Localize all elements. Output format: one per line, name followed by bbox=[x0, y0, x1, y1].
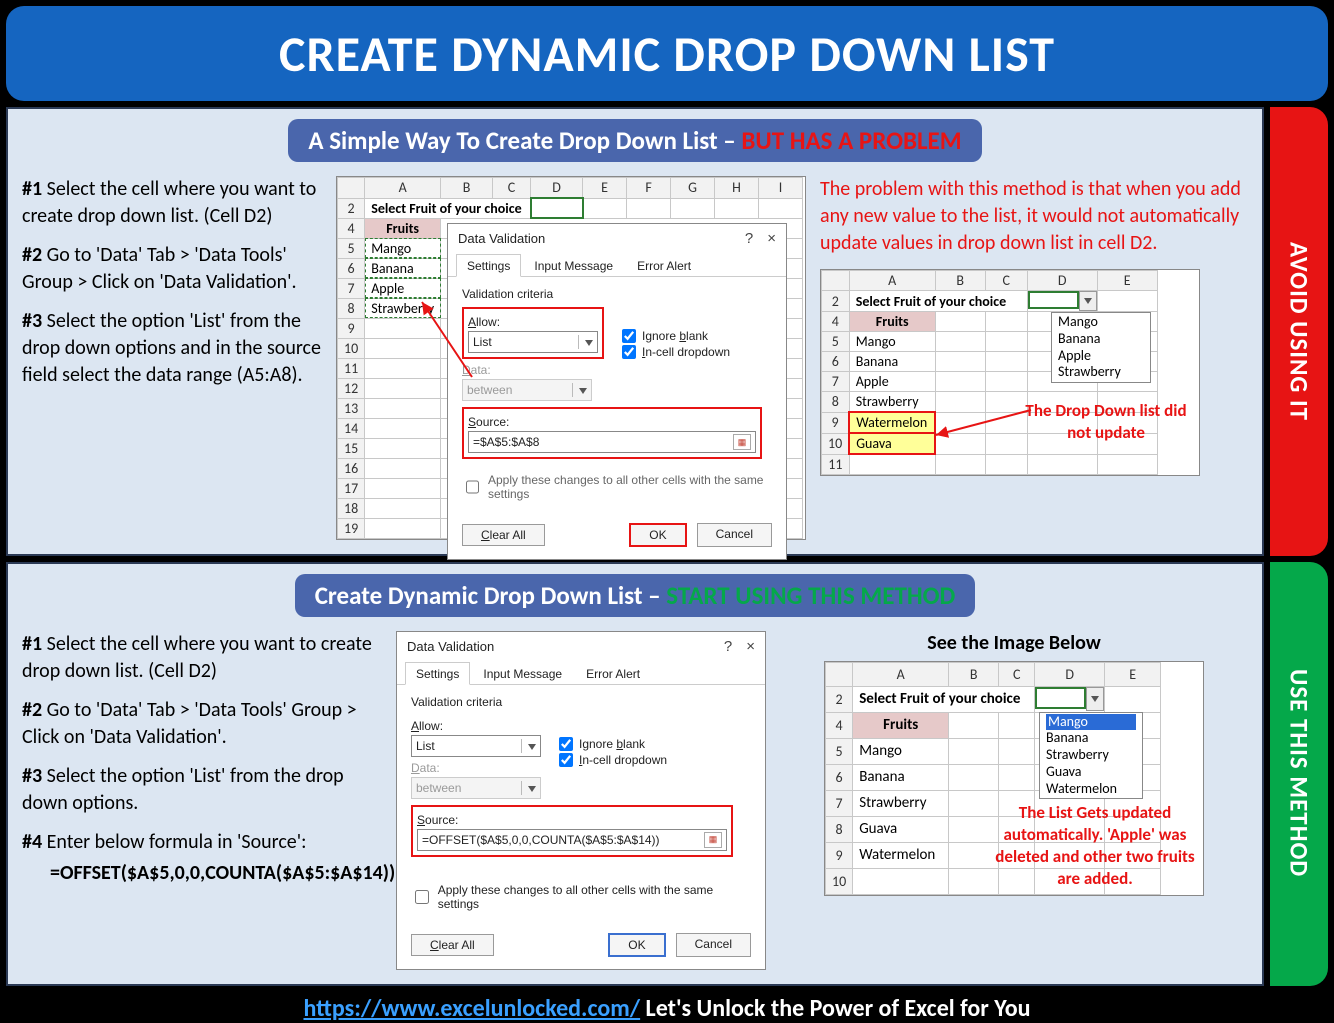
help-icon[interactable]: ? bbox=[745, 230, 753, 247]
source-input[interactable]: =$A$5:$A$8 ▦ bbox=[468, 431, 756, 453]
range-picker-icon[interactable]: ▦ bbox=[733, 434, 751, 450]
excel-grid-problem: A B C D E 2Select Fruit of your choice 4… bbox=[820, 269, 1200, 476]
chevron-down-icon bbox=[579, 388, 587, 394]
clear-all-button[interactable]: Clear All bbox=[462, 524, 545, 546]
dropdown-cell[interactable] bbox=[1035, 687, 1086, 709]
section2-caption: See the Image Below bbox=[780, 631, 1248, 655]
selected-cell-d2[interactable] bbox=[531, 198, 583, 218]
section2-steps: #1 Select the cell where you want to cre… bbox=[22, 631, 382, 887]
step-text: Go to 'Data' Tab > 'Data Tools' Group > … bbox=[22, 243, 297, 294]
footer-tagline: Let's Unlock the Power of Excel for You bbox=[640, 994, 1030, 1023]
tab-error-alert[interactable]: Error Alert bbox=[575, 662, 651, 685]
tab-input-message[interactable]: Input Message bbox=[472, 662, 573, 685]
allow-combo[interactable]: List bbox=[411, 735, 541, 757]
chevron-down-icon bbox=[585, 340, 593, 346]
step-text: Select the option 'List' from the drop d… bbox=[22, 309, 321, 387]
step-text: Enter below formula in 'Source': bbox=[47, 830, 307, 854]
step-text: Select the cell where you want to create… bbox=[22, 177, 316, 228]
dialog-title: Data Validation bbox=[458, 231, 545, 246]
section1-heading-text: A Simple Way To Create Drop Down List – bbox=[308, 125, 741, 156]
allow-label: Allow: bbox=[468, 315, 598, 329]
excel-grid-result: A B C D E 2Select Fruit of your choice 4… bbox=[824, 661, 1204, 896]
apply-all-checkbox[interactable]: Apply these changes to all other cells w… bbox=[411, 883, 751, 911]
chevron-down-icon bbox=[1091, 696, 1099, 702]
section2-heading-ok: START USING THIS METHOD bbox=[666, 580, 955, 611]
allow-combo[interactable]: List bbox=[468, 331, 598, 353]
close-icon[interactable]: × bbox=[767, 230, 776, 247]
page-title: CREATE DYNAMIC DROP DOWN LIST bbox=[6, 6, 1328, 101]
validation-legend: Validation criteria bbox=[462, 287, 772, 301]
step-text: Select the option 'List' from the drop d… bbox=[22, 764, 344, 815]
cancel-button[interactable]: Cancel bbox=[676, 933, 751, 957]
ok-button[interactable]: OK bbox=[608, 933, 665, 957]
chevron-down-icon bbox=[528, 786, 536, 792]
data-label: Data: bbox=[411, 761, 541, 775]
tab-error-alert[interactable]: Error Alert bbox=[626, 254, 702, 277]
section1-heading-warning: BUT HAS A PROBLEM bbox=[741, 125, 961, 156]
incell-dropdown-checkbox[interactable]: In-cell dropdown bbox=[559, 753, 667, 767]
tab-settings[interactable]: Settings bbox=[456, 254, 521, 277]
problem-note: The Drop Down list did not update bbox=[1021, 400, 1191, 444]
clear-all-button[interactable]: Clear All bbox=[411, 934, 494, 956]
range-picker-icon[interactable]: ▦ bbox=[704, 832, 722, 848]
section-dynamic-method: Create Dynamic Drop Down List – START US… bbox=[6, 562, 1264, 986]
tab-input-message[interactable]: Input Message bbox=[523, 254, 624, 277]
incell-dropdown-checkbox[interactable]: In-cell dropdown bbox=[622, 345, 730, 359]
footer-link[interactable]: https://www.excelunlocked.com/ bbox=[303, 994, 640, 1023]
section2-heading: Create Dynamic Drop Down List – START US… bbox=[295, 574, 976, 617]
section-simple-method: A Simple Way To Create Drop Down List – … bbox=[6, 107, 1264, 556]
section2-heading-text: Create Dynamic Drop Down List – bbox=[315, 580, 667, 611]
source-input[interactable]: =OFFSET($A$5,0,0,COUNTA($A$5:$A$14)) ▦ bbox=[417, 829, 727, 851]
result-note: The List Gets updated automatically. 'Ap… bbox=[995, 802, 1195, 890]
ignore-blank-checkbox[interactable]: Ignore blank bbox=[622, 329, 730, 343]
side-tab-avoid: AVOID USING IT bbox=[1270, 107, 1328, 556]
source-label: Source: bbox=[468, 415, 756, 429]
cancel-button[interactable]: Cancel bbox=[697, 523, 772, 547]
chevron-down-icon bbox=[528, 744, 536, 750]
tab-settings[interactable]: Settings bbox=[405, 662, 470, 685]
source-label: Source: bbox=[417, 813, 727, 827]
allow-label: Allow: bbox=[411, 719, 541, 733]
problem-description: The problem with this method is that whe… bbox=[820, 176, 1248, 257]
data-validation-dialog-2: Data Validation ? × Settings Input Messa… bbox=[396, 631, 766, 970]
side-tab-use: USE THIS METHOD bbox=[1270, 562, 1328, 986]
dialog-title: Data Validation bbox=[407, 639, 494, 654]
dropdown-button[interactable] bbox=[1086, 687, 1104, 711]
ok-button[interactable]: OK bbox=[629, 523, 686, 547]
step-text: Go to 'Data' Tab > 'Data Tools' Group > … bbox=[22, 698, 357, 749]
dropdown-button[interactable] bbox=[1079, 291, 1097, 311]
data-combo: between bbox=[462, 379, 592, 401]
chevron-down-icon bbox=[1084, 298, 1092, 304]
dropdown-cell[interactable] bbox=[1028, 291, 1079, 309]
step-text: Select the cell where you want to create… bbox=[22, 632, 372, 683]
footer: https://www.excelunlocked.com/ Let's Unl… bbox=[6, 992, 1328, 1023]
data-combo: between bbox=[411, 777, 541, 799]
section1-heading: A Simple Way To Create Drop Down List – … bbox=[288, 119, 981, 162]
offset-formula: =OFFSET($A$5,0,0,COUNTA($A$5:$A$14)) bbox=[22, 860, 382, 887]
close-icon[interactable]: × bbox=[746, 638, 755, 655]
help-icon[interactable]: ? bbox=[724, 638, 732, 655]
validation-legend: Validation criteria bbox=[411, 695, 751, 709]
dropdown-list-panel[interactable]: Mango Banana Apple Strawberry bbox=[1051, 312, 1151, 383]
dropdown-list-panel[interactable]: Mango Banana Strawberry Guava Watermelon bbox=[1039, 712, 1143, 800]
section1-steps: #1 Select the cell where you want to cre… bbox=[22, 176, 322, 401]
apply-all-checkbox[interactable]: Apply these changes to all other cells w… bbox=[462, 473, 772, 501]
data-label: Data: bbox=[462, 363, 604, 377]
data-validation-dialog-1: Data Validation ? × Settings Input Messa… bbox=[447, 223, 787, 560]
excel-grid-1: A B C D E F G H I 2Select Fruit of your … bbox=[336, 176, 806, 540]
ignore-blank-checkbox[interactable]: Ignore blank bbox=[559, 737, 667, 751]
